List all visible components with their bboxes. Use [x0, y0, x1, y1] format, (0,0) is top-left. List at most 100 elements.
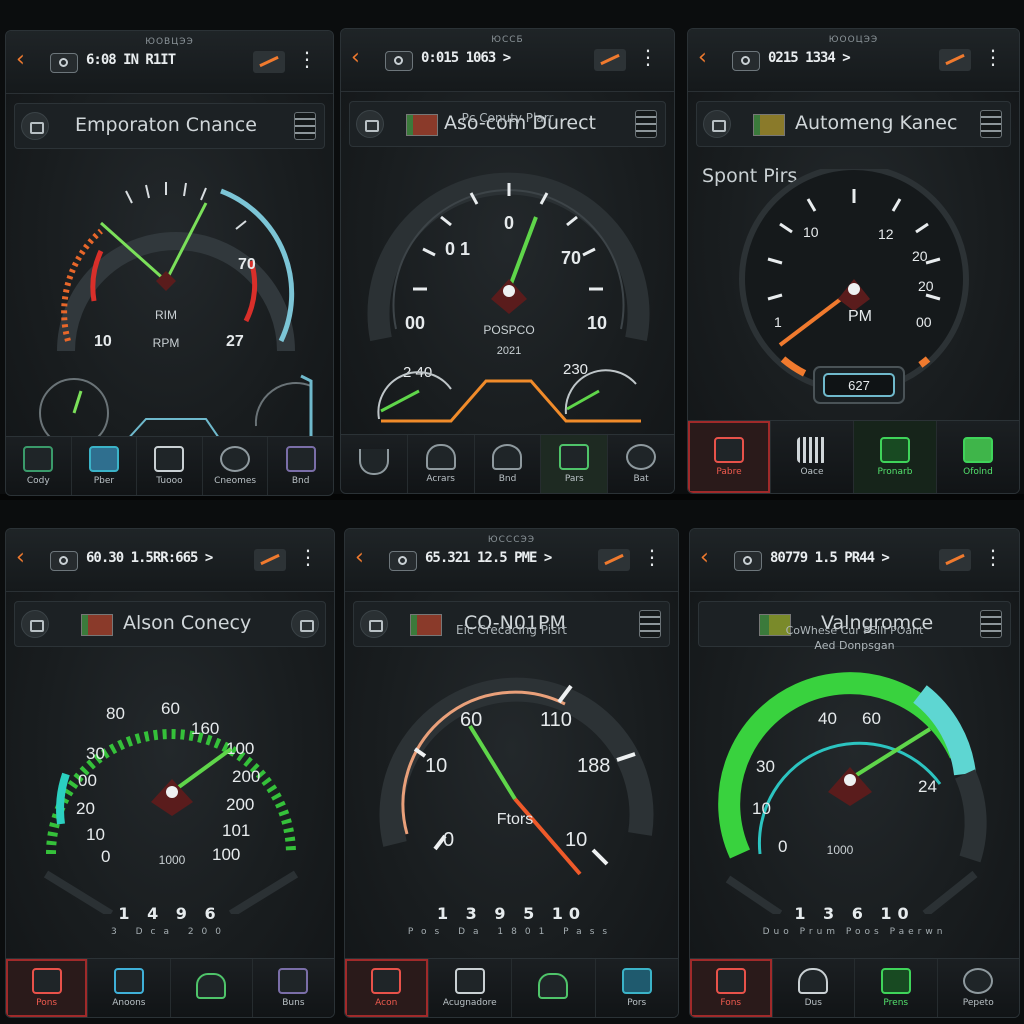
monitor-button[interactable]: Tuooo	[137, 437, 203, 495]
tool-icon[interactable]	[253, 51, 285, 73]
camera-icon[interactable]	[21, 610, 49, 638]
tool-icon[interactable]	[939, 549, 971, 571]
back-button[interactable]: ‹	[16, 547, 25, 569]
bridge-icon	[358, 449, 389, 475]
flag-icon	[753, 114, 785, 136]
dashboard-panel-5: ЮСССЭЭ ‹ 65.321 12.5 PME > ⋮ CO-N01PM Ei…	[344, 528, 679, 1018]
app-logo-icon	[50, 551, 78, 571]
tool-icon[interactable]	[594, 49, 626, 71]
plane-button[interactable]: Dus	[773, 959, 855, 1017]
back-button[interactable]: ‹	[698, 47, 707, 69]
monitor-icon	[454, 968, 485, 994]
gauge-center-top: POSPCO	[483, 323, 534, 337]
back-button[interactable]: ‹	[16, 49, 25, 71]
mini-gauge-right-cyan	[300, 374, 313, 441]
menu-icon[interactable]	[980, 110, 1002, 138]
monitor-button[interactable]: Acugnadore	[429, 959, 512, 1017]
graph-button[interactable]: Pronarb	[854, 421, 937, 493]
chart-button[interactable]: Cody	[6, 437, 72, 495]
more-menu-icon[interactable]: ⋮	[983, 547, 1003, 567]
button-label: Bnd	[291, 476, 310, 486]
button-label: Acugnadore	[442, 998, 497, 1008]
car-button[interactable]: Pons	[6, 959, 89, 1017]
tool-icon[interactable]	[598, 549, 630, 571]
save-button[interactable]: Prens	[855, 959, 938, 1017]
gauge-label-left-low: 00	[405, 313, 425, 333]
more-menu-icon[interactable]: ⋮	[297, 49, 317, 69]
button-label: Pons	[36, 998, 58, 1008]
bottom-units: 3 Dca 200	[110, 927, 230, 937]
bottom-toolbar: Pabre Oace Pronarb Ofolnd	[688, 420, 1019, 493]
mini-gauge-right-needle	[566, 389, 600, 411]
image-icon	[278, 968, 309, 994]
alert-button[interactable]: Acon	[345, 959, 429, 1017]
timestamp: 0:015 1063 >	[421, 50, 511, 66]
panel-caption: Pc Conuty Plarr	[461, 111, 554, 125]
barcode-icon	[797, 437, 827, 463]
gauge-label-6: 1	[774, 314, 782, 330]
header-subtitle: ЮССБ	[491, 35, 524, 45]
display-button[interactable]: Bnd	[268, 437, 333, 495]
image-button[interactable]: Buns	[253, 959, 334, 1017]
phone-button[interactable]: Anoons	[88, 959, 171, 1017]
search-button[interactable]: Bat	[608, 435, 674, 493]
gauge-label-right: 70	[561, 248, 581, 268]
barcode-button[interactable]: Oace	[771, 421, 854, 493]
gauge-button[interactable]: Pepeto	[938, 959, 1020, 1017]
tool-icon[interactable]	[939, 49, 971, 71]
gauge-label-110-top: 110	[540, 709, 572, 731]
table-button[interactable]: Ofolnd	[937, 421, 1019, 493]
button-label: Fons	[720, 998, 742, 1008]
more-menu-icon[interactable]: ⋮	[638, 47, 658, 67]
top-bar: ЮООЦЭЭ ‹ 0215 1334 > ⋮	[688, 29, 1019, 92]
needle-hub	[828, 767, 872, 806]
needle-hub-cap	[503, 285, 515, 297]
gauge-label-100-lower: 100	[212, 845, 240, 864]
panel-title: Emporaton Cnance	[75, 114, 257, 136]
save-icon	[621, 968, 652, 994]
save-button[interactable]: Pors	[596, 959, 679, 1017]
dashboard-panel-3: ЮООЦЭЭ ‹ 0215 1334 > ⋮ Automeng Kanec Sp…	[687, 28, 1020, 494]
gauge-label-1: 10	[803, 224, 819, 240]
panel-title: Automeng Kanec	[795, 112, 958, 134]
back-button[interactable]: ‹	[351, 47, 360, 69]
back-button[interactable]: ‹	[355, 547, 364, 569]
car-icon	[31, 968, 62, 994]
alert-icon	[371, 968, 402, 994]
needle-hub-cap	[848, 283, 860, 295]
home-button[interactable]	[171, 959, 253, 1017]
camera-icon[interactable]	[21, 112, 49, 140]
car-button[interactable]: Fons	[690, 959, 773, 1017]
gauge-label-00: 00	[78, 771, 97, 790]
camera-icon[interactable]	[703, 110, 731, 138]
wrench-icon	[88, 446, 119, 472]
more-menu-icon[interactable]: ⋮	[298, 547, 318, 567]
back-button[interactable]: ‹	[700, 547, 709, 569]
timestamp: 80779 1.5 PR44 >	[770, 550, 890, 566]
main-gauge: 0 0 1 70 00 10 2 40 230 POSPCO 2021	[367, 172, 650, 423]
car-button[interactable]: Acrars	[408, 435, 475, 493]
rpm-gauge: 10 70 27 RIM RPM	[36, 182, 313, 441]
more-menu-icon[interactable]: ⋮	[983, 47, 1003, 67]
flag-icon	[81, 614, 113, 636]
home-button[interactable]	[512, 959, 596, 1017]
menu-icon[interactable]	[294, 112, 316, 140]
timestamp: 6:08 IN R1IT	[86, 52, 176, 68]
gauge-bezel-right	[954, 769, 987, 863]
header-subtitle: ЮОВЦЭЭ	[145, 37, 194, 47]
save-button[interactable]: Pabre	[688, 421, 771, 493]
gauge-button[interactable]: Cneomes	[203, 437, 269, 495]
tool-icon[interactable]	[254, 549, 286, 571]
gauge-center-bottom: RPM	[153, 336, 180, 350]
title-bar: Alson Conecy	[14, 601, 326, 647]
home-button[interactable]: Pars	[541, 435, 609, 493]
wrench-button[interactable]: Pber	[72, 437, 138, 495]
more-menu-icon[interactable]: ⋮	[642, 547, 662, 567]
button-label: Anoons	[112, 998, 146, 1008]
bridge-button[interactable]	[341, 435, 408, 493]
wifi-button[interactable]: Bnd	[475, 435, 542, 493]
side-round-icon[interactable]	[291, 610, 319, 638]
gauge-label-30: 30	[756, 757, 775, 776]
home-icon	[538, 973, 569, 999]
gauge-label-24: 24	[918, 777, 937, 796]
